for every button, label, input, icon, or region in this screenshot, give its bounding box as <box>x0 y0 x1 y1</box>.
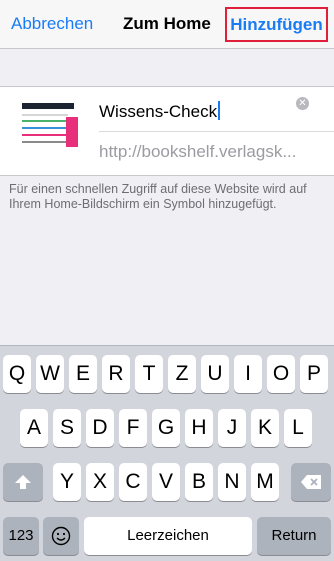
key-h[interactable]: H <box>185 409 213 447</box>
space-key[interactable]: Leerzeichen <box>84 517 252 555</box>
delete-key[interactable] <box>291 463 331 501</box>
key-y[interactable]: Y <box>53 463 81 501</box>
emoji-smiley-icon <box>51 526 71 546</box>
site-thumbnail <box>18 100 80 162</box>
key-o[interactable]: O <box>267 355 295 393</box>
key-t[interactable]: T <box>135 355 163 393</box>
key-m[interactable]: M <box>251 463 279 501</box>
key-l[interactable]: L <box>284 409 312 447</box>
clear-x-icon[interactable]: ✕ <box>296 97 309 110</box>
key-z[interactable]: Z <box>168 355 196 393</box>
key-d[interactable]: D <box>86 409 114 447</box>
key-n[interactable]: N <box>218 463 246 501</box>
key-v[interactable]: V <box>152 463 180 501</box>
page-title: Zum Home <box>123 14 211 33</box>
keyboard: Q W E R T Z U I O P A S D F G H J K L Y … <box>0 345 334 561</box>
numbers-key[interactable]: 123 <box>3 517 39 555</box>
key-q[interactable]: Q <box>3 355 31 393</box>
key-c[interactable]: C <box>119 463 147 501</box>
bookmark-card: Wissens-Check http://bookshelf.verlagsk.… <box>0 86 334 176</box>
key-g[interactable]: G <box>152 409 180 447</box>
shift-key[interactable] <box>3 463 43 501</box>
bookmark-name-value: Wissens-Check <box>99 102 218 121</box>
backspace-icon <box>301 475 321 489</box>
emoji-key[interactable] <box>43 517 79 555</box>
hint-text: Für einen schnellen Zugriff auf diese We… <box>9 182 307 211</box>
bookmark-url: http://bookshelf.verlagsk... <box>99 142 297 161</box>
return-key[interactable]: Return <box>257 517 331 555</box>
key-f[interactable]: F <box>119 409 147 447</box>
key-w[interactable]: W <box>36 355 64 393</box>
field-divider <box>99 131 334 132</box>
bookmark-name-input[interactable]: Wissens-Check <box>99 101 289 125</box>
cancel-button[interactable]: Abbrechen <box>11 14 93 34</box>
key-u[interactable]: U <box>201 355 229 393</box>
key-i[interactable]: I <box>234 355 262 393</box>
key-k[interactable]: K <box>251 409 279 447</box>
key-j[interactable]: J <box>218 409 246 447</box>
key-x[interactable]: X <box>86 463 114 501</box>
navigation-bar: Abbrechen Zum Home Hinzufügen <box>0 0 334 49</box>
key-e[interactable]: E <box>69 355 97 393</box>
add-button[interactable]: Hinzufügen <box>225 7 328 42</box>
key-a[interactable]: A <box>20 409 48 447</box>
key-s[interactable]: S <box>53 409 81 447</box>
key-p[interactable]: P <box>300 355 328 393</box>
key-b[interactable]: B <box>185 463 213 501</box>
shift-arrow-icon <box>15 475 31 489</box>
key-r[interactable]: R <box>102 355 130 393</box>
text-caret <box>218 101 221 120</box>
spacer <box>0 49 334 86</box>
